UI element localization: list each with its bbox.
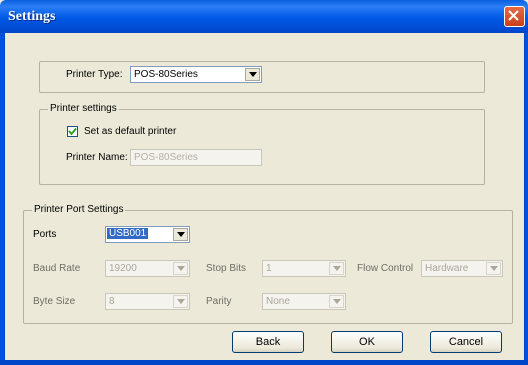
printer-name-label: Printer Name:	[66, 152, 128, 163]
default-printer-label: Set as default printer	[84, 126, 177, 137]
printer-name-field[interactable]: POS-80Series	[130, 149, 262, 166]
chevron-down-icon	[333, 266, 341, 271]
flow-control-dropdown-button[interactable]	[486, 262, 501, 275]
stop-bits-dropdown-button[interactable]	[329, 262, 344, 275]
byte-size-dropdown-button[interactable]	[173, 295, 188, 308]
default-printer-checkbox[interactable]	[67, 126, 78, 137]
chevron-down-icon	[249, 72, 257, 77]
flow-control-label: Flow Control	[357, 263, 414, 274]
printer-type-combo[interactable]: POS-80Series	[130, 66, 262, 83]
parity-value: None	[266, 296, 290, 307]
chevron-down-icon	[177, 232, 185, 237]
window-frame-bottom	[0, 360, 528, 365]
stop-bits-value: 1	[266, 263, 272, 274]
flow-control-combo[interactable]: Hardware	[421, 260, 503, 277]
ports-dropdown-button[interactable]	[173, 228, 188, 241]
ports-label: Ports	[33, 229, 57, 240]
cancel-button[interactable]: Cancel	[430, 331, 502, 353]
baud-rate-value: 19200	[109, 263, 137, 274]
back-button[interactable]: Back	[232, 331, 304, 353]
baud-rate-combo[interactable]: 19200	[105, 260, 190, 277]
parity-combo[interactable]: None	[262, 293, 346, 310]
stop-bits-label: Stop Bits	[206, 263, 247, 274]
ports-value: USB001	[107, 228, 149, 239]
chevron-down-icon	[177, 266, 185, 271]
parity-dropdown-button[interactable]	[329, 295, 344, 308]
printer-type-dropdown-button[interactable]	[245, 68, 260, 81]
printer-type-value: POS-80Series	[134, 69, 198, 80]
chevron-down-icon	[490, 266, 498, 271]
checkmark-icon	[68, 127, 77, 136]
baud-rate-label: Baud Rate	[33, 263, 81, 274]
byte-size-combo[interactable]: 8	[105, 293, 190, 310]
ports-combo[interactable]: USB001	[105, 226, 190, 243]
byte-size-label: Byte Size	[33, 296, 76, 307]
title-bar[interactable]: Settings	[0, 0, 528, 33]
port-settings-title: Printer Port Settings	[32, 204, 126, 215]
close-button[interactable]	[504, 6, 525, 27]
chevron-down-icon	[333, 299, 341, 304]
chevron-down-icon	[177, 299, 185, 304]
printer-type-label: Printer Type:	[66, 69, 123, 80]
ok-button[interactable]: OK	[331, 331, 403, 353]
printer-settings-title: Printer settings	[48, 103, 119, 114]
parity-label: Parity	[206, 296, 232, 307]
close-icon	[508, 10, 519, 21]
window-title: Settings	[8, 9, 56, 24]
flow-control-value: Hardware	[425, 263, 469, 274]
settings-window: Settings Printer Type: POS-80Series Prin…	[0, 0, 528, 365]
printer-settings-group: Printer settings	[39, 103, 485, 185]
baud-rate-dropdown-button[interactable]	[173, 262, 188, 275]
byte-size-value: 8	[109, 296, 115, 307]
printer-name-value: POS-80Series	[134, 152, 198, 163]
stop-bits-combo[interactable]: 1	[262, 260, 346, 277]
